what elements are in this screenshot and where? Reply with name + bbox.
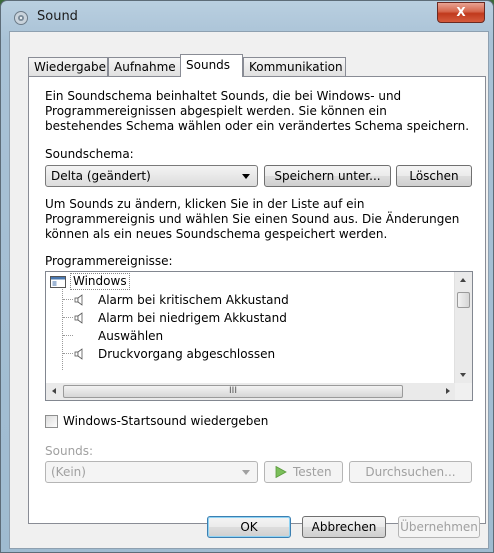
speaker-app-icon xyxy=(14,11,28,25)
tree-connector xyxy=(63,335,73,336)
startup-sound-checkbox[interactable] xyxy=(45,415,58,428)
scroll-grip: III xyxy=(229,386,237,396)
scheme-label: Soundschema: xyxy=(45,147,134,161)
close-button[interactable]: X xyxy=(437,2,485,23)
tab-label: Aufnahme xyxy=(114,60,176,74)
scroll-up-icon[interactable] xyxy=(460,278,466,282)
scheme-dropdown[interactable]: Delta (geändert) xyxy=(45,165,258,187)
tab-wiedergabe[interactable]: Wiedergabe xyxy=(28,57,108,76)
sounds-label: Sounds: xyxy=(45,444,94,458)
sounds-tab-panel: Ein Soundschema beinhaltet Sounds, die b… xyxy=(28,76,486,524)
tab-label: Sounds xyxy=(186,58,231,72)
event-label: Druckvorgang abgeschlossen xyxy=(98,347,276,361)
horizontal-scrollbar[interactable]: III xyxy=(46,383,456,400)
speaker-icon xyxy=(74,312,83,324)
sound-file-dropdown[interactable]: (Kein) xyxy=(45,461,258,483)
tab-label: Wiedergabe xyxy=(34,60,107,74)
horizontal-scroll-thumb[interactable]: III xyxy=(63,385,403,398)
scroll-right-icon[interactable] xyxy=(446,388,450,394)
browse-button[interactable]: Durchsuchen... xyxy=(349,461,472,483)
scroll-down-icon[interactable] xyxy=(460,373,466,377)
vertical-scroll-thumb[interactable] xyxy=(457,292,470,308)
apply-button[interactable]: Übernehmen xyxy=(398,516,480,538)
dialog-body: Wiedergabe Aufnahme Sounds Kommunikation… xyxy=(9,31,489,549)
event-label: Alarm bei niedrigem Akkustand xyxy=(98,311,287,325)
test-label: Testen xyxy=(293,465,332,479)
vertical-scrollbar[interactable] xyxy=(454,272,472,383)
intro-line-3: bestehendes Schema wählen oder ein verän… xyxy=(45,119,470,133)
ok-button[interactable]: OK xyxy=(207,516,291,538)
tree-connector xyxy=(63,353,73,354)
scroll-left-icon[interactable] xyxy=(52,388,56,394)
sound-dialog: Sound X Wiedergabe Aufnahme Sounds Kommu… xyxy=(0,0,494,553)
chevron-down-icon xyxy=(242,470,250,475)
events-label: Programmereignisse: xyxy=(45,254,173,268)
speaker-icon xyxy=(74,294,83,306)
tab-kommunikation[interactable]: Kommunikation xyxy=(243,57,346,76)
tree-connector xyxy=(62,289,63,370)
tab-sounds[interactable]: Sounds xyxy=(180,54,243,77)
tree-group-label: Windows xyxy=(70,273,130,290)
close-icon: X xyxy=(456,5,466,19)
play-icon xyxy=(275,466,287,478)
tree-connector xyxy=(63,299,73,300)
instructions-line-3: können als ein neues Soundschema gespeic… xyxy=(45,227,388,241)
window-icon xyxy=(50,276,66,288)
startup-sound-label[interactable]: Windows-Startsound wiedergeben xyxy=(63,414,268,429)
speaker-icon xyxy=(74,348,83,360)
scroll-corner xyxy=(455,383,472,400)
program-events-list[interactable]: Windows Alarm bei kritischem Akkustand A… xyxy=(45,271,473,401)
chevron-down-icon xyxy=(242,174,250,179)
window-title: Sound xyxy=(37,9,78,24)
event-label: Alarm bei kritischem Akkustand xyxy=(98,293,289,307)
intro-line-1: Ein Soundschema beinhaltet Sounds, die b… xyxy=(45,89,402,103)
title-bar[interactable]: Sound X xyxy=(1,1,493,31)
intro-line-2: Programmereignissen abgespielt werden. S… xyxy=(45,104,387,118)
sound-file-value: (Kein) xyxy=(51,465,86,479)
tree-connector xyxy=(63,317,73,318)
test-button[interactable]: Testen xyxy=(264,461,343,483)
save-as-button[interactable]: Speichern unter... xyxy=(264,165,391,187)
instructions-line-1: Um Sounds zu ändern, klicken Sie in der … xyxy=(45,197,365,211)
panel-content: Ein Soundschema beinhaltet Sounds, die b… xyxy=(45,89,475,509)
cancel-button[interactable]: Abbrechen xyxy=(302,516,386,538)
delete-button[interactable]: Löschen xyxy=(396,165,472,187)
tab-label: Kommunikation xyxy=(249,60,343,74)
event-label: Auswählen xyxy=(98,329,164,343)
tab-aufnahme[interactable]: Aufnahme xyxy=(108,57,182,76)
instructions-line-2: Programmereignis und wählen Sie einen So… xyxy=(45,212,460,226)
scheme-value: Delta (geändert) xyxy=(51,169,151,183)
